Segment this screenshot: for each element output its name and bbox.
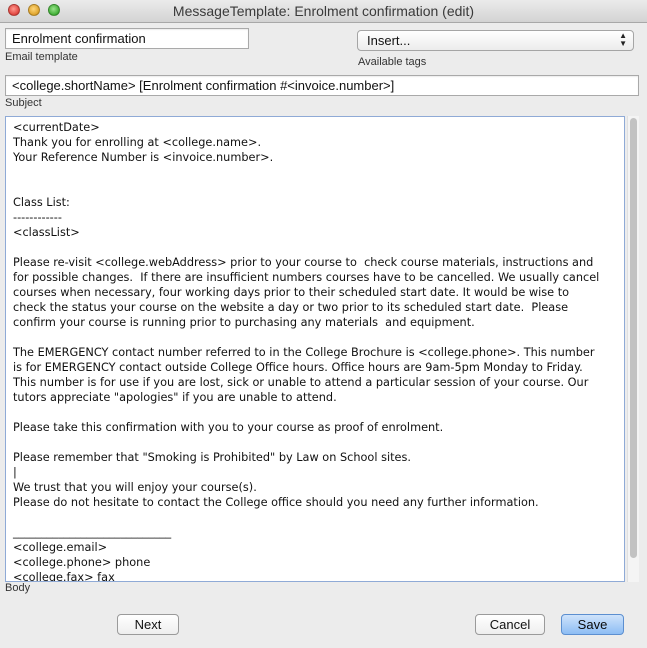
select-arrows-icon: ▲ ▼ (619, 31, 627, 48)
next-button[interactable]: Next (117, 614, 179, 635)
subject-caption: Subject (5, 97, 42, 109)
title-bar[interactable]: MessageTemplate: Enrolment confirmation … (0, 0, 647, 23)
body-scroll-thumb[interactable] (630, 118, 637, 558)
message-template-window: MessageTemplate: Enrolment confirmation … (0, 0, 647, 648)
insert-tag-select[interactable]: Insert... ▲ ▼ (357, 30, 634, 51)
body-text[interactable]: <currentDate> Thank you for enrolling at… (6, 117, 624, 581)
subject-input[interactable] (5, 75, 639, 96)
save-button[interactable]: Save (561, 614, 624, 635)
body-caption: Body (5, 582, 31, 594)
template-name-input[interactable] (5, 28, 249, 49)
window-title: MessageTemplate: Enrolment confirmation … (172, 3, 475, 19)
insert-tag-selected: Insert... (367, 33, 411, 48)
available-tags-caption: Available tags (358, 56, 427, 68)
body-textarea[interactable]: <currentDate> Thank you for enrolling at… (5, 116, 625, 582)
template-name-caption: Email template (5, 51, 78, 63)
body-scrollbar[interactable] (627, 116, 639, 582)
cancel-button[interactable]: Cancel (475, 614, 545, 635)
